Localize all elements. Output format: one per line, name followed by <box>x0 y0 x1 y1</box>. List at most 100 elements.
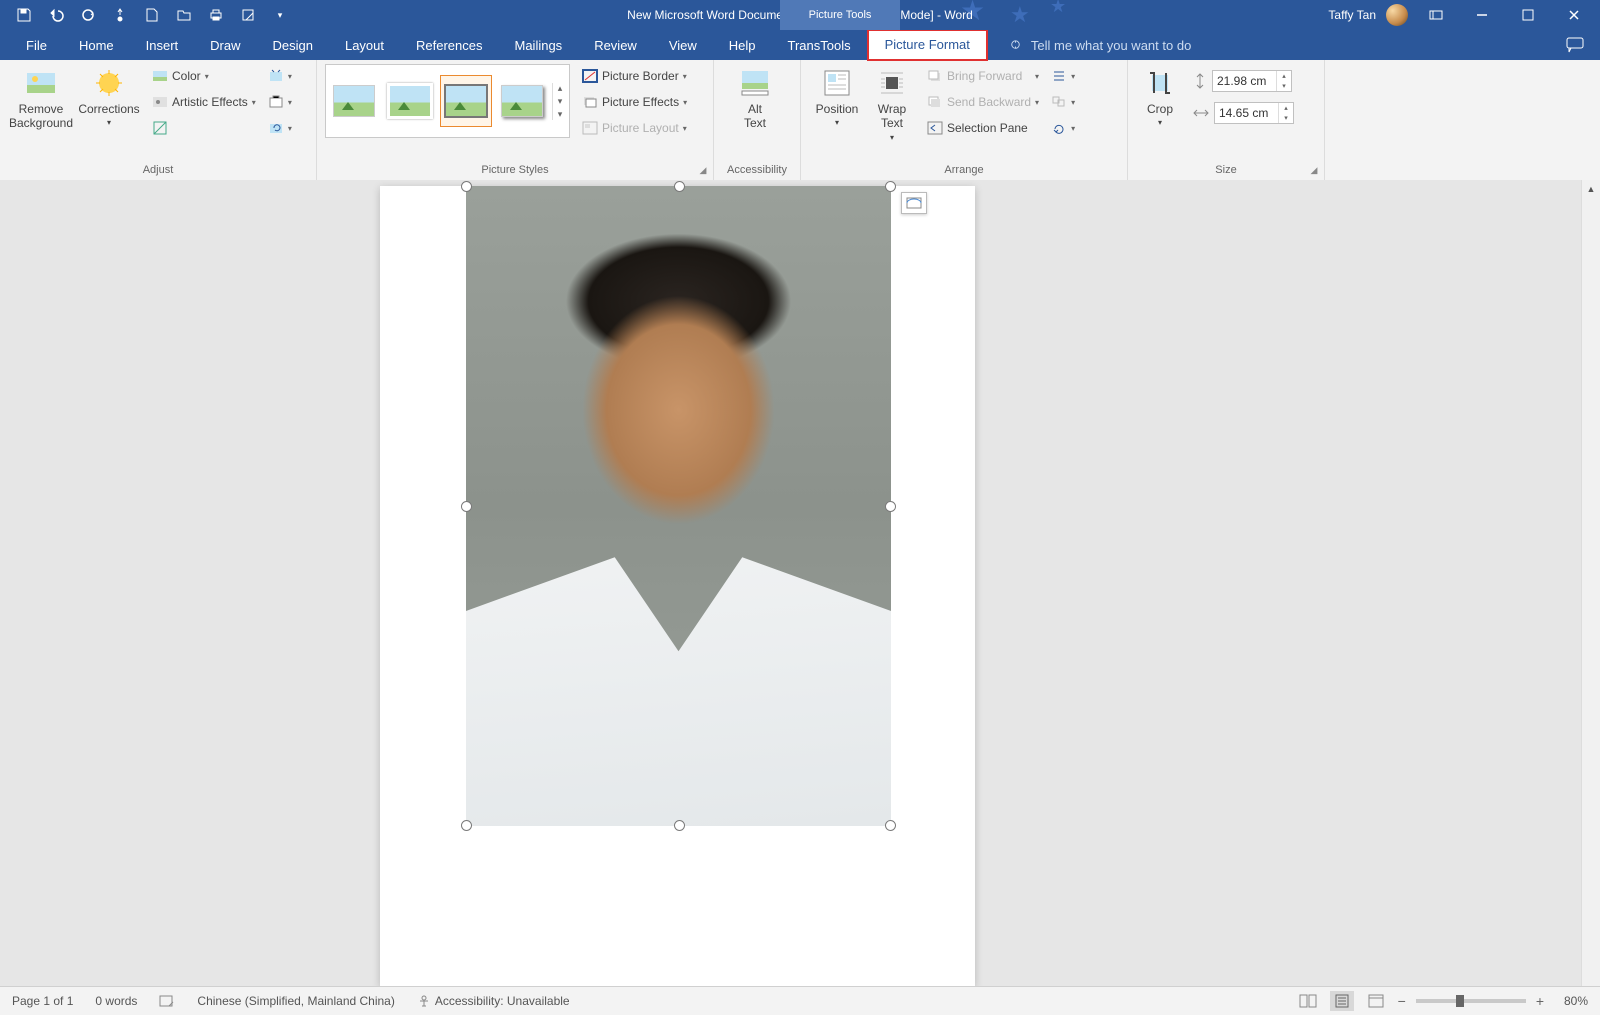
resize-handle-b[interactable] <box>674 820 685 831</box>
styles-launcher-icon[interactable]: ◢ <box>697 164 709 176</box>
close-button[interactable] <box>1556 0 1592 30</box>
align-button[interactable]: ▾ <box>1047 64 1079 88</box>
gallery-more-button[interactable]: ▴▾▾ <box>552 83 567 120</box>
status-bar: Page 1 of 1 0 words Chinese (Simplified,… <box>0 986 1600 1015</box>
resize-handle-t[interactable] <box>674 181 685 192</box>
layout-options-icon[interactable] <box>901 192 927 214</box>
tab-mailings[interactable]: Mailings <box>499 30 579 60</box>
qat-customize-icon[interactable]: ▾ <box>266 2 294 28</box>
tab-references[interactable]: References <box>400 30 498 60</box>
selected-picture[interactable] <box>466 186 891 826</box>
zoom-level[interactable]: 80% <box>1554 994 1588 1008</box>
comments-icon[interactable] <box>1566 37 1584 53</box>
web-layout-icon[interactable] <box>1364 991 1388 1011</box>
resize-handle-tl[interactable] <box>461 181 472 192</box>
zoom-slider[interactable] <box>1416 999 1526 1003</box>
picture-styles-gallery[interactable]: ▴▾▾ <box>325 64 570 138</box>
ribbon-display-icon[interactable] <box>1418 0 1454 30</box>
document-area: ▲ <box>0 180 1600 987</box>
resize-handle-tr[interactable] <box>885 181 896 192</box>
color-button[interactable]: Color▾ <box>148 64 260 88</box>
print-layout-icon[interactable] <box>1330 991 1354 1011</box>
title-bar: ★ ★ ★ ▾ New Microsoft Word Document.docx… <box>0 0 1600 30</box>
minimize-button[interactable] <box>1464 0 1500 30</box>
contextual-tab-label: Picture Tools <box>780 0 900 30</box>
group-size: Crop▾ 21.98 cm▴▾ 14.65 cm▴▾ Size ◢ <box>1128 60 1325 180</box>
resize-handle-l[interactable] <box>461 501 472 512</box>
transparency-button[interactable] <box>148 116 260 140</box>
ribbon: Remove Background Corrections▾ Color▾ Ar… <box>0 60 1600 181</box>
tab-insert[interactable]: Insert <box>130 30 195 60</box>
picture-border-button[interactable]: Picture Border▾ <box>578 64 691 88</box>
touch-mode-icon[interactable] <box>106 2 134 28</box>
print-icon[interactable] <box>202 2 230 28</box>
compress-pictures-button[interactable]: ▾ <box>264 64 296 88</box>
status-page[interactable]: Page 1 of 1 <box>12 994 73 1008</box>
tab-view[interactable]: View <box>653 30 713 60</box>
reset-picture-button[interactable]: ▾ <box>264 116 296 140</box>
resize-handle-bl[interactable] <box>461 820 472 831</box>
rotate-button[interactable]: ▾ <box>1047 116 1079 140</box>
status-language[interactable]: Chinese (Simplified, Mainland China) <box>197 994 394 1008</box>
width-icon <box>1192 105 1210 121</box>
size-launcher-icon[interactable]: ◢ <box>1308 164 1320 176</box>
picture-content <box>466 186 891 826</box>
remove-background-button[interactable]: Remove Background <box>8 64 74 131</box>
status-accessibility[interactable]: Accessibility: Unavailable <box>417 994 570 1008</box>
ribbon-tabs: File Home Insert Draw Design Layout Refe… <box>0 30 1600 60</box>
zoom-in-button[interactable]: + <box>1536 993 1544 1009</box>
group-adjust: Remove Background Corrections▾ Color▾ Ar… <box>0 60 317 180</box>
group-picture-styles: ▴▾▾ Picture Border▾ Picture Effects▾ Pic… <box>317 60 714 180</box>
vertical-scrollbar[interactable]: ▲ <box>1581 180 1600 987</box>
position-button[interactable]: Position▾ <box>809 64 865 128</box>
user-name: Taffy Tan <box>1328 8 1376 22</box>
group-arrange: Position▾ Wrap Text▾ Bring Forward▾ Send… <box>801 60 1128 180</box>
tab-transtools[interactable]: TransTools <box>772 30 867 60</box>
group-button: ▾ <box>1047 90 1079 114</box>
width-input[interactable]: 14.65 cm▴▾ <box>1214 102 1294 124</box>
style-thumb-1[interactable] <box>328 75 380 127</box>
tab-review[interactable]: Review <box>578 30 653 60</box>
wrap-text-button[interactable]: Wrap Text▾ <box>867 64 917 142</box>
tab-file[interactable]: File <box>10 30 63 60</box>
resize-handle-r[interactable] <box>885 501 896 512</box>
user-avatar[interactable] <box>1386 4 1408 26</box>
redo-icon[interactable] <box>74 2 102 28</box>
tab-picture-format[interactable]: Picture Format <box>867 29 988 61</box>
edit-icon[interactable] <box>234 2 262 28</box>
tell-me-search[interactable]: Tell me what you want to do <box>1008 38 1191 53</box>
alt-text-button[interactable]: Alt Text <box>722 64 788 131</box>
crop-button[interactable]: Crop▾ <box>1136 64 1184 128</box>
scroll-up-icon[interactable]: ▲ <box>1582 180 1600 198</box>
tab-help[interactable]: Help <box>713 30 772 60</box>
group-label-adjust: Adjust <box>0 164 316 176</box>
zoom-out-button[interactable]: − <box>1398 993 1406 1009</box>
style-thumb-4[interactable] <box>496 75 548 127</box>
resize-handle-br[interactable] <box>885 820 896 831</box>
group-accessibility: Alt Text Accessibility <box>714 60 801 180</box>
open-icon[interactable] <box>170 2 198 28</box>
picture-effects-button[interactable]: Picture Effects▾ <box>578 90 691 114</box>
selection-pane-button[interactable]: Selection Pane <box>923 116 1043 140</box>
corrections-button[interactable]: Corrections▾ <box>76 64 142 128</box>
change-picture-button[interactable]: ▾ <box>264 90 296 114</box>
quick-access-toolbar: ▾ <box>0 2 294 28</box>
status-words[interactable]: 0 words <box>95 994 137 1008</box>
height-input[interactable]: 21.98 cm▴▾ <box>1212 70 1292 92</box>
spelling-icon[interactable] <box>159 994 175 1008</box>
height-icon <box>1192 72 1208 90</box>
artistic-effects-button[interactable]: Artistic Effects▾ <box>148 90 260 114</box>
tab-design[interactable]: Design <box>257 30 329 60</box>
tab-draw[interactable]: Draw <box>194 30 256 60</box>
maximize-button[interactable] <box>1510 0 1546 30</box>
send-backward-button: Send Backward▾ <box>923 90 1043 114</box>
tell-me-label: Tell me what you want to do <box>1031 38 1191 53</box>
tab-layout[interactable]: Layout <box>329 30 400 60</box>
read-mode-icon[interactable] <box>1296 991 1320 1011</box>
style-thumb-2[interactable] <box>384 75 436 127</box>
style-thumb-3[interactable] <box>440 75 492 127</box>
tab-home[interactable]: Home <box>63 30 130 60</box>
new-doc-icon[interactable] <box>138 2 166 28</box>
undo-icon[interactable] <box>42 2 70 28</box>
save-icon[interactable] <box>10 2 38 28</box>
